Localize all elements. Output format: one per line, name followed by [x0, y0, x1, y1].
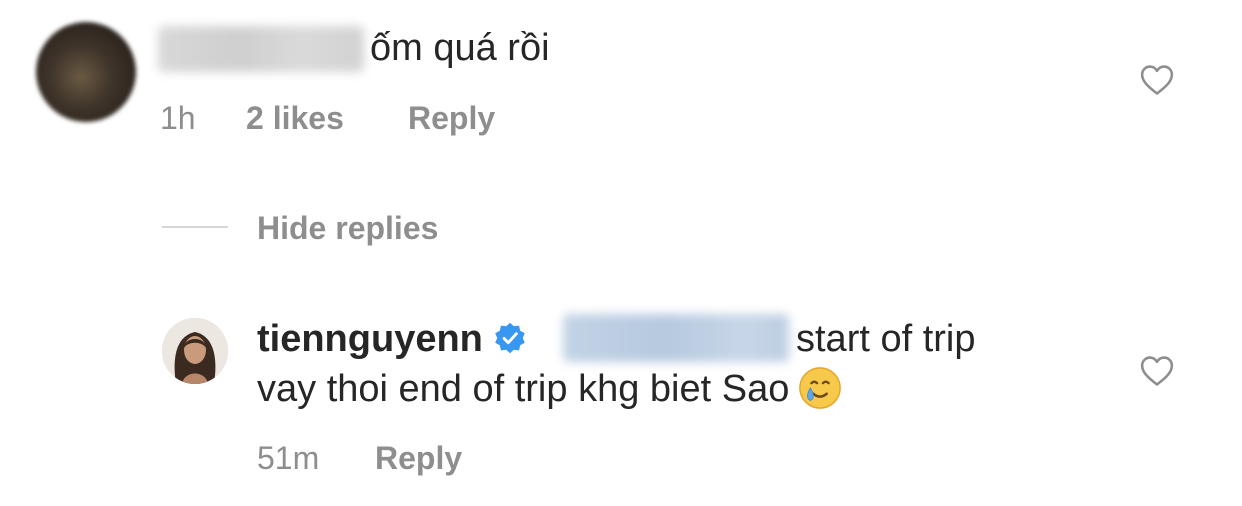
commenter-avatar[interactable] [36, 22, 136, 122]
reply-meta: 51m Reply [257, 437, 462, 479]
reply-header-line: tiennguyenn [257, 314, 527, 364]
heart-icon[interactable] [1140, 355, 1174, 387]
reply-text-line2: vay thoi end of trip khg biet Sao [257, 368, 790, 410]
comment-text: ốm quá rồi [370, 27, 550, 69]
reply-username-link[interactable]: tiennguyenn [257, 318, 483, 360]
smiling-face-with-tear-emoji [799, 367, 842, 409]
reply-text-line2-container: vay thoi end of trip khg biet Sao [257, 364, 843, 414]
replies-divider-line [162, 226, 228, 228]
comment-meta: 1h 2 likes Reply [160, 97, 495, 139]
reply-avatar[interactable] [162, 318, 228, 384]
comment-reply-button[interactable]: Reply [408, 97, 495, 139]
hide-replies-button[interactable]: Hide replies [257, 208, 438, 248]
comment-time: 1h [160, 100, 196, 136]
heart-icon[interactable] [1140, 64, 1174, 96]
reply-reply-button[interactable]: Reply [375, 437, 462, 479]
verified-badge-icon [495, 322, 525, 354]
reply-avatar-portrait [162, 318, 228, 384]
reply-text-line1: start of trip [796, 318, 976, 360]
comment-likes-link[interactable]: 2 likes [246, 97, 408, 139]
commenter-username-blurred[interactable] [158, 26, 364, 72]
reply-time: 51m [257, 440, 320, 476]
mentioned-username-blurred[interactable] [563, 314, 789, 362]
